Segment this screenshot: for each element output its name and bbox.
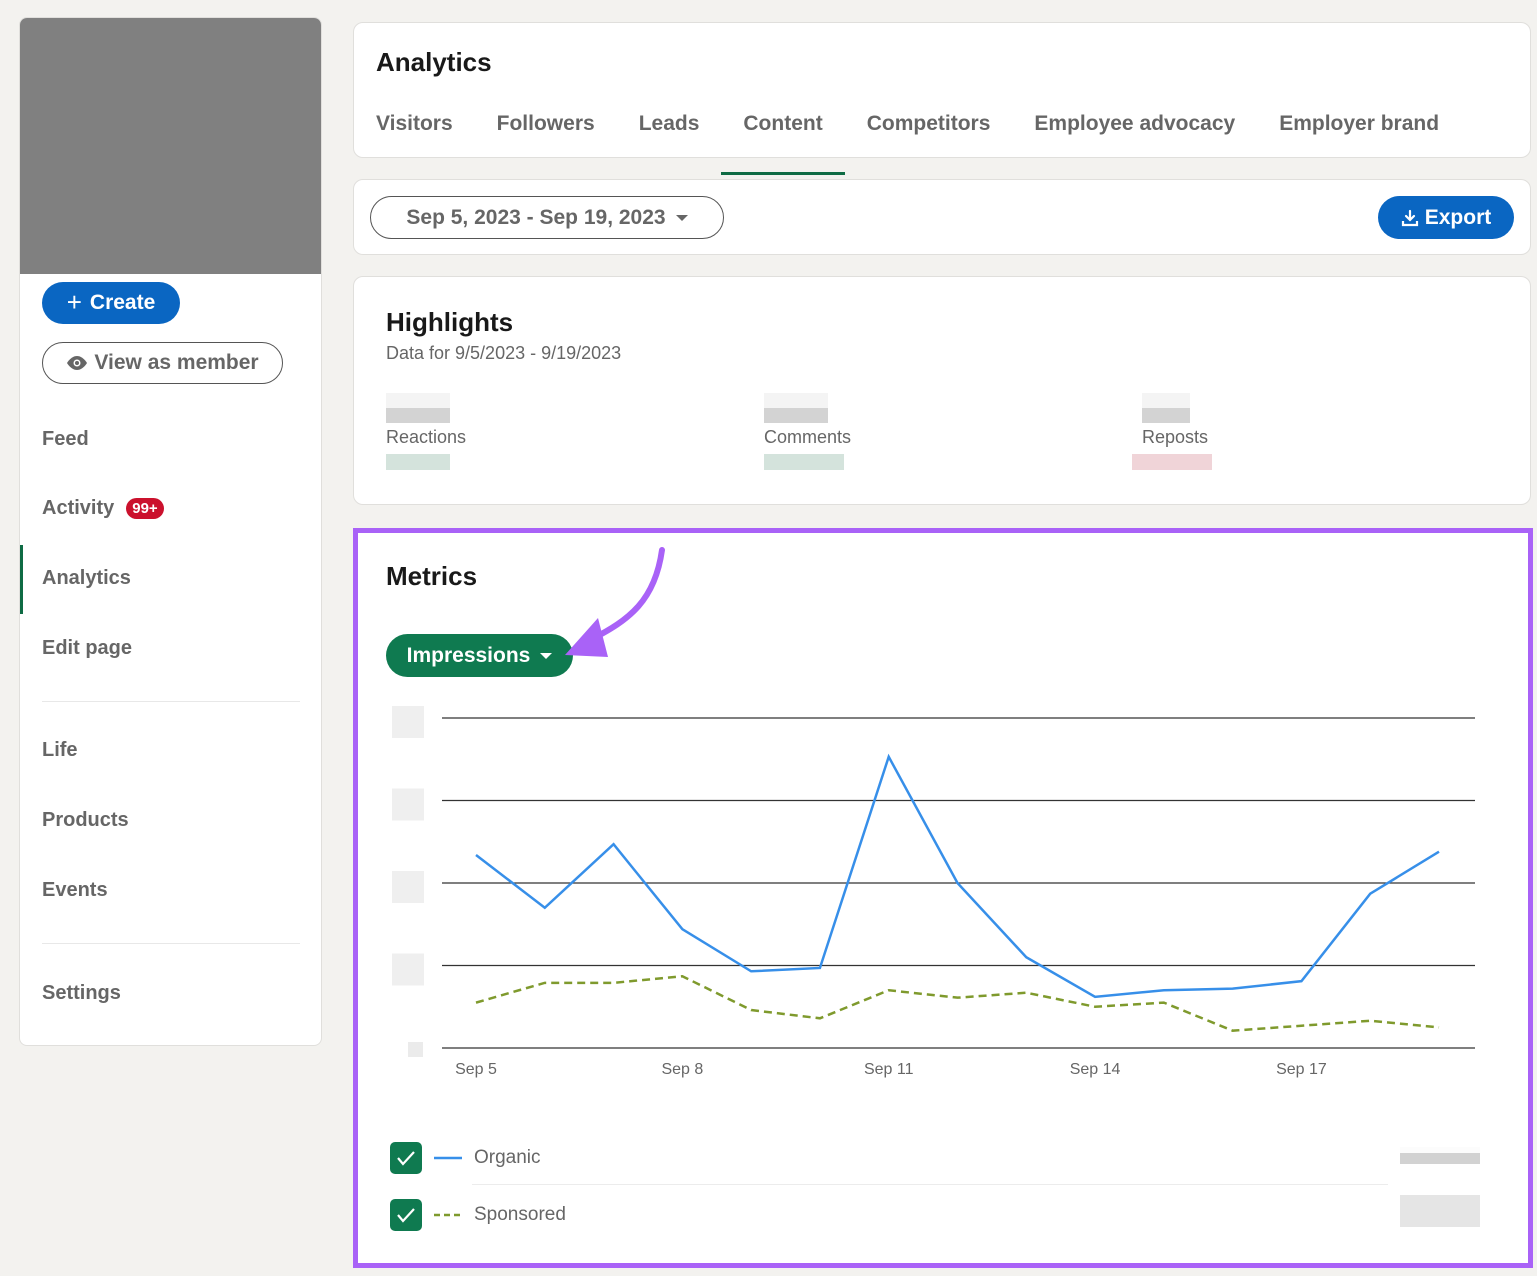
active-indicator [20, 545, 23, 614]
x-tick-label: Sep 5 [455, 1061, 497, 1078]
divider [42, 943, 300, 944]
analytics-header-card: Analytics Visitors Followers Leads Conte… [353, 22, 1531, 175]
tab-employer-brand[interactable]: Employer brand [1257, 105, 1461, 159]
highlights-title: Highlights [386, 307, 514, 337]
legend-line-solid [434, 1156, 462, 1160]
sidebar: + Create View as member Feed Activity 99… [19, 17, 322, 1046]
create-label: Create [89, 291, 156, 314]
legend-line-dashed [434, 1213, 462, 1217]
view-as-member-button[interactable]: View as member [42, 342, 283, 384]
plus-icon: + [66, 286, 82, 317]
legend-label: Sponsored [474, 1204, 566, 1225]
date-range-dropdown[interactable]: Sep 5, 2023 - Sep 19, 2023 [370, 196, 724, 239]
nav-label: Activity [42, 497, 115, 519]
tab-followers[interactable]: Followers [475, 105, 617, 159]
divider [42, 701, 300, 702]
blurred-value [1400, 1147, 1480, 1164]
tab-visitors[interactable]: Visitors [354, 105, 475, 159]
nav-label: Analytics [42, 567, 131, 589]
blurred-value [1142, 393, 1190, 423]
highlight-reposts: Reposts [1132, 393, 1212, 470]
highlights-card: Highlights Data for 9/5/2023 - 9/19/2023… [353, 276, 1531, 505]
blurred-value [386, 393, 450, 423]
y-tick-label-blurred [392, 788, 424, 821]
download-icon [1401, 209, 1418, 226]
nav-label: Events [42, 879, 108, 901]
organic-checkbox[interactable] [390, 1142, 422, 1174]
date-range-label: Sep 5, 2023 - Sep 19, 2023 [406, 205, 666, 229]
tab-leads[interactable]: Leads [617, 105, 722, 159]
metrics-card: Metrics Impressions Sep 5 Sep 8 Sep 11 Sep … [353, 528, 1533, 1268]
highlight-reactions: Reactions [386, 393, 466, 470]
cover-image [20, 18, 321, 274]
nav-item-edit-page[interactable]: Edit page [42, 637, 132, 660]
export-button[interactable]: Export [1378, 196, 1514, 239]
highlight-label: Reposts [1142, 427, 1209, 447]
legend-sponsored: Sponsored [390, 1199, 566, 1231]
export-label: Export [1424, 205, 1492, 229]
nav-label: Products [42, 809, 129, 831]
y-tick-label-blurred [392, 871, 424, 903]
x-tick-label: Sep 8 [661, 1061, 703, 1078]
eye-icon [67, 356, 88, 370]
nav-item-life[interactable]: Life [42, 739, 78, 762]
tab-competitors[interactable]: Competitors [845, 105, 1013, 159]
nav-item-events[interactable]: Events [42, 879, 108, 902]
view-as-member-label: View as member [94, 351, 259, 374]
x-tick-label: Sep 11 [864, 1061, 914, 1078]
blurred-value [1400, 1195, 1480, 1227]
legend-label: Organic [474, 1147, 541, 1168]
page-title: Analytics [376, 47, 492, 77]
nav-label: Edit page [42, 637, 133, 659]
check-icon [397, 1151, 415, 1166]
nav-item-products[interactable]: Products [42, 809, 129, 832]
blurred-delta [1132, 454, 1212, 470]
y-tick-label-blurred [392, 706, 424, 738]
sponsored-checkbox[interactable] [390, 1199, 422, 1231]
blurred-value [764, 393, 828, 423]
x-tick-label: Sep 14 [1070, 1061, 1121, 1078]
nav-item-activity[interactable]: Activity 99+ [42, 497, 164, 520]
tab-content[interactable]: Content [721, 105, 846, 175]
highlights-subtitle: Data for 9/5/2023 - 9/19/2023 [386, 343, 622, 363]
legend-organic: Organic [390, 1142, 541, 1174]
y-tick-label-blurred [392, 953, 424, 986]
highlight-label: Reactions [386, 427, 467, 447]
series-line-sponsored [475, 974, 1440, 1032]
nav-label: Feed [42, 428, 89, 450]
create-button[interactable]: + Create [42, 282, 180, 324]
series-line-organic [475, 753, 1440, 999]
blurred-delta [764, 454, 844, 470]
filter-bar: Sep 5, 2023 - Sep 19, 2023 Export [353, 179, 1531, 255]
impressions-chart: Sep 5 Sep 8 Sep 11 Sep 14 Sep 17 [392, 706, 1475, 1078]
nav-item-analytics[interactable]: Analytics [42, 567, 131, 590]
highlight-label: Comments [764, 427, 852, 447]
analytics-tabs: Visitors Followers Leads Content Competi… [354, 105, 1461, 175]
highlight-comments: Comments [764, 393, 851, 470]
nav-item-settings[interactable]: Settings [42, 982, 121, 1005]
x-tick-label: Sep 17 [1276, 1061, 1327, 1078]
check-icon [397, 1208, 415, 1223]
blurred-delta [386, 454, 450, 470]
notification-badge: 99+ [126, 498, 164, 519]
tab-employee-advocacy[interactable]: Employee advocacy [1012, 105, 1257, 159]
y-tick-label-blurred [408, 1042, 423, 1057]
nav-item-feed[interactable]: Feed [42, 428, 89, 451]
nav-label: Settings [42, 982, 121, 1004]
nav-label: Life [42, 739, 78, 761]
caret-down-icon [675, 214, 688, 221]
legend-divider [472, 1184, 1388, 1185]
